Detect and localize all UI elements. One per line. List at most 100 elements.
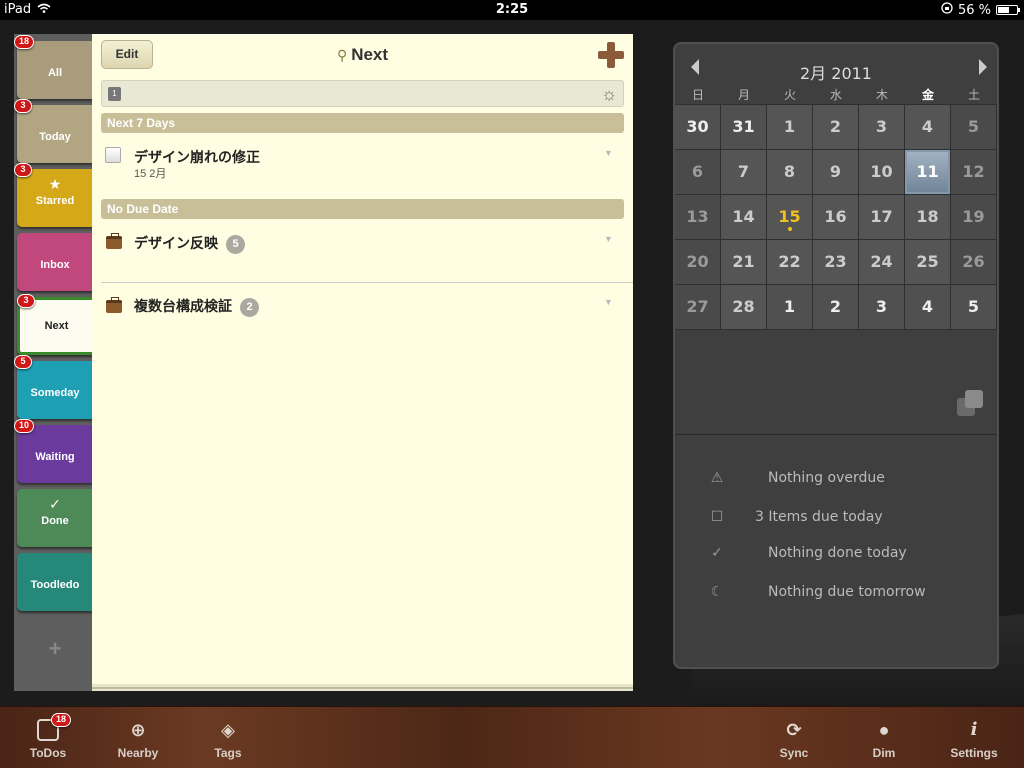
tab-label: Toodledo [30, 579, 80, 591]
calendar-day[interactable]: 6 [675, 150, 721, 195]
calendar-day[interactable]: 2 [813, 285, 859, 330]
project-name: デザイン反映 [134, 235, 218, 251]
weekday-label: 水 [829, 88, 842, 102]
weekday-header: 日月火水木金土 [675, 86, 997, 103]
calendar-day[interactable]: 2 [813, 105, 859, 150]
tab-waiting[interactable]: 10 Waiting [14, 419, 93, 483]
chevron-down-icon[interactable]: ▼ [604, 234, 613, 244]
divider [675, 434, 997, 435]
todos-badge: 18 [51, 713, 72, 727]
tab-all[interactable]: 18 All [14, 35, 93, 99]
section-header-next-7-days: Next 7 Days [101, 113, 624, 133]
calendar-day[interactable]: 22 [767, 240, 813, 285]
calendar-day[interactable]: 14 [721, 195, 767, 240]
tab-label: Today [39, 131, 71, 143]
checkbox-icon: ☐ [710, 509, 724, 525]
info-icon: i [970, 719, 978, 740]
calendar-day[interactable]: 3 [859, 105, 905, 150]
calendar-stack-icon[interactable] [957, 390, 985, 416]
tab-next[interactable]: 3 Next [17, 294, 93, 355]
tab-today[interactable]: 3 Today [14, 99, 93, 163]
calendar-day[interactable]: 24 [859, 240, 905, 285]
calendar-day[interactable]: 4 [905, 285, 951, 330]
todos-label: ToDos [29, 746, 67, 760]
calendar-day[interactable]: 28 [721, 285, 767, 330]
calendar-day[interactable]: 11 [905, 150, 951, 195]
calendar-day[interactable]: 13 [675, 195, 721, 240]
tab-badge: 5 [14, 355, 32, 369]
tab-done[interactable]: ✓ Done [17, 489, 93, 547]
calendar-day[interactable]: 5 [951, 285, 997, 330]
calendar-day[interactable]: 9 [813, 150, 859, 195]
project-title[interactable]: デザイン反映 5 [134, 233, 245, 254]
calendar-day[interactable]: 12 [951, 150, 997, 195]
add-list-icon[interactable]: + [44, 638, 66, 660]
list-title: ⚲ Next [92, 45, 633, 65]
calendar-day[interactable]: 5 [951, 105, 997, 150]
calendar-day[interactable]: 21 [721, 240, 767, 285]
calendar-day[interactable]: 16 [813, 195, 859, 240]
summary-text: Nothing overdue [768, 470, 885, 486]
task-list-panel: Edit ⚲ Next 1 ☼ Next 7 Days デザイン崩れの修正 15 … [92, 34, 633, 684]
task-checkbox[interactable] [105, 147, 121, 163]
calendar-day[interactable]: 10 [859, 150, 905, 195]
settings-button[interactable]: i Settings [939, 715, 1009, 765]
warning-icon: ⚠ [710, 470, 724, 486]
tab-starred[interactable]: 3 ★ Starred [14, 163, 93, 227]
tab-badge: 3 [14, 99, 32, 113]
tag-icon: ◈ [221, 720, 235, 740]
calendar-day[interactable]: 17 [859, 195, 905, 240]
section-header-no-due-date: No Due Date [101, 199, 624, 219]
sync-button[interactable]: ⟳ Sync [759, 715, 829, 765]
calendar-day[interactable]: 7 [721, 150, 767, 195]
calendar-day[interactable]: 15 [767, 195, 813, 240]
calendar-day[interactable]: 31 [721, 105, 767, 150]
list-title-text: Next [351, 45, 389, 64]
weekday-label: 火 [783, 88, 796, 102]
calendar-day[interactable]: 8 [767, 150, 813, 195]
divider [101, 282, 633, 283]
calendar-day[interactable]: 1 [767, 285, 813, 330]
tab-label: Waiting [35, 451, 75, 463]
dim-label: Dim [872, 746, 896, 760]
calendar-day[interactable]: 18 [905, 195, 951, 240]
calendar-day[interactable]: 27 [675, 285, 721, 330]
tab-badge: 18 [14, 35, 35, 49]
tab-inbox[interactable]: Inbox [17, 233, 93, 291]
calendar-day[interactable]: 1 [767, 105, 813, 150]
todos-button[interactable]: 18 ToDos [13, 713, 83, 765]
weekday-label: 日 [691, 88, 704, 102]
summary-text: Nothing due tomorrow [768, 584, 926, 600]
weekday-label: 金 [921, 88, 934, 102]
calendar-mini-icon[interactable]: 1 [108, 87, 121, 101]
sun-icon[interactable]: ☼ [599, 84, 619, 104]
nearby-button[interactable]: ⊕ Nearby [103, 715, 173, 765]
calendar-day[interactable]: 19 [951, 195, 997, 240]
add-task-button[interactable] [598, 42, 624, 68]
dim-button[interactable]: ● Dim [849, 715, 919, 765]
tab-toodledo[interactable]: Toodledo [17, 553, 93, 611]
calendar-day[interactable]: 26 [951, 240, 997, 285]
calendar-day[interactable]: 23 [813, 240, 859, 285]
quick-add-bar[interactable]: 1 ☼ [101, 80, 624, 107]
task-due-date: 15 2月 [134, 168, 167, 180]
task-title[interactable]: デザイン崩れの修正 [134, 147, 260, 167]
calendar-day[interactable]: 3 [859, 285, 905, 330]
next-month-icon[interactable] [979, 59, 987, 75]
chevron-down-icon[interactable]: ▼ [604, 297, 613, 307]
tab-label: Starred [35, 195, 75, 207]
tab-badge: 10 [14, 419, 35, 433]
calendar-day[interactable]: 20 [675, 240, 721, 285]
bottom-toolbar: 18 ToDos ⊕ Nearby ◈ Tags ⟳ Sync ● Dim i … [0, 706, 1024, 768]
search-icon[interactable]: ⚲ [337, 47, 347, 64]
tab-badge: 3 [14, 163, 32, 177]
project-title[interactable]: 複数台構成検証 2 [134, 296, 259, 317]
tab-someday[interactable]: 5 Someday [14, 355, 93, 419]
calendar-day[interactable]: 30 [675, 105, 721, 150]
chevron-down-icon[interactable]: ▼ [604, 148, 613, 158]
calendar-day[interactable]: 25 [905, 240, 951, 285]
nearby-label: Nearby [117, 746, 159, 760]
tab-badge: 3 [17, 294, 35, 308]
tags-button[interactable]: ◈ Tags [193, 715, 263, 765]
calendar-day[interactable]: 4 [905, 105, 951, 150]
